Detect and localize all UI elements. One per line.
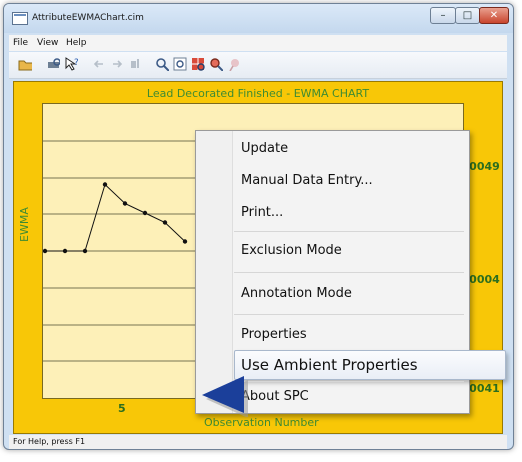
menu-separator — [234, 381, 464, 382]
window-title: AttributeEWMAChart.cim — [32, 13, 144, 23]
status-bar: For Help, press F1 — [9, 435, 507, 449]
ewma-data-point — [162, 220, 168, 225]
title-bar[interactable]: AttributeEWMAChart.cim – □ ✕ — [4, 4, 513, 33]
menu-separator — [234, 272, 464, 273]
menu-item-annotation-mode[interactable]: Annotation Mode — [241, 286, 352, 301]
ewma-data-point — [142, 210, 148, 216]
menu-item-manual-data-entry[interactable]: Manual Data Entry... — [241, 173, 373, 188]
back-arrow-icon[interactable] — [92, 57, 106, 71]
x-axis-label: Observation Number — [204, 416, 319, 429]
maximize-icon: □ — [462, 10, 473, 21]
ewma-data-point — [122, 201, 128, 206]
zoom-icon[interactable] — [155, 57, 169, 71]
y-tick-label-lower: .0041 — [465, 382, 500, 395]
menu-bar: File View Help — [9, 35, 507, 51]
x-tick-label: 5 — [118, 402, 126, 415]
close-button[interactable]: ✕ — [479, 7, 509, 24]
y-tick-label-upper: .0049 — [465, 160, 500, 173]
y-axis-label: EWMA — [18, 207, 31, 242]
ewma-data-point — [82, 248, 88, 254]
ewma-data-point — [182, 239, 188, 244]
menu-separator — [234, 314, 464, 315]
pointer-arrow-icon — [202, 376, 248, 417]
status-text: For Help, press F1 — [13, 437, 86, 446]
menu-item-print[interactable]: Print... — [241, 205, 283, 220]
svg-text:?: ? — [74, 58, 78, 68]
zoom-out-icon[interactable] — [209, 57, 223, 71]
pin-icon[interactable] — [227, 57, 241, 71]
help-pointer-icon[interactable]: ? — [64, 57, 78, 71]
menu-item-exclusion-mode[interactable]: Exclusion Mode — [241, 243, 342, 258]
bar-icon[interactable] — [128, 57, 142, 71]
close-icon: ✕ — [489, 10, 499, 21]
y-tick-label-center: .0004 — [465, 273, 500, 286]
menu-separator — [234, 231, 464, 232]
menu-item-update[interactable]: Update — [241, 141, 288, 156]
zoom-window-icon[interactable] — [173, 57, 187, 71]
forward-arrow-icon[interactable] — [110, 57, 124, 71]
ewma-data-point — [43, 248, 48, 254]
ewma-series-line — [45, 183, 186, 252]
ewma-series-points — [43, 182, 188, 254]
menu-view[interactable]: View — [37, 38, 58, 48]
zoom-grid-icon[interactable] — [191, 57, 205, 71]
menu-file[interactable]: File — [13, 38, 28, 48]
app-icon — [12, 12, 28, 25]
chart-title: Lead Decorated Finished - EWMA CHART — [146, 87, 370, 100]
menu-item-use-ambient-properties[interactable]: Use Ambient Properties — [234, 350, 506, 380]
toolbar: ? — [9, 52, 507, 79]
context-menu: Update Manual Data Entry... Print... Exc… — [195, 130, 506, 414]
ewma-data-point — [102, 182, 108, 187]
print-preview-icon[interactable] — [46, 57, 60, 71]
context-menu-gutter — [196, 131, 233, 413]
open-icon[interactable] — [18, 57, 32, 71]
menu-item-about-spc[interactable]: About SPC — [241, 389, 309, 404]
menu-item-properties[interactable]: Properties — [241, 327, 307, 342]
minimize-icon: – — [440, 10, 446, 21]
ewma-data-point — [62, 248, 68, 254]
maximize-button[interactable]: □ — [455, 7, 480, 24]
menu-help[interactable]: Help — [66, 38, 87, 48]
minimize-button[interactable]: – — [430, 7, 456, 24]
